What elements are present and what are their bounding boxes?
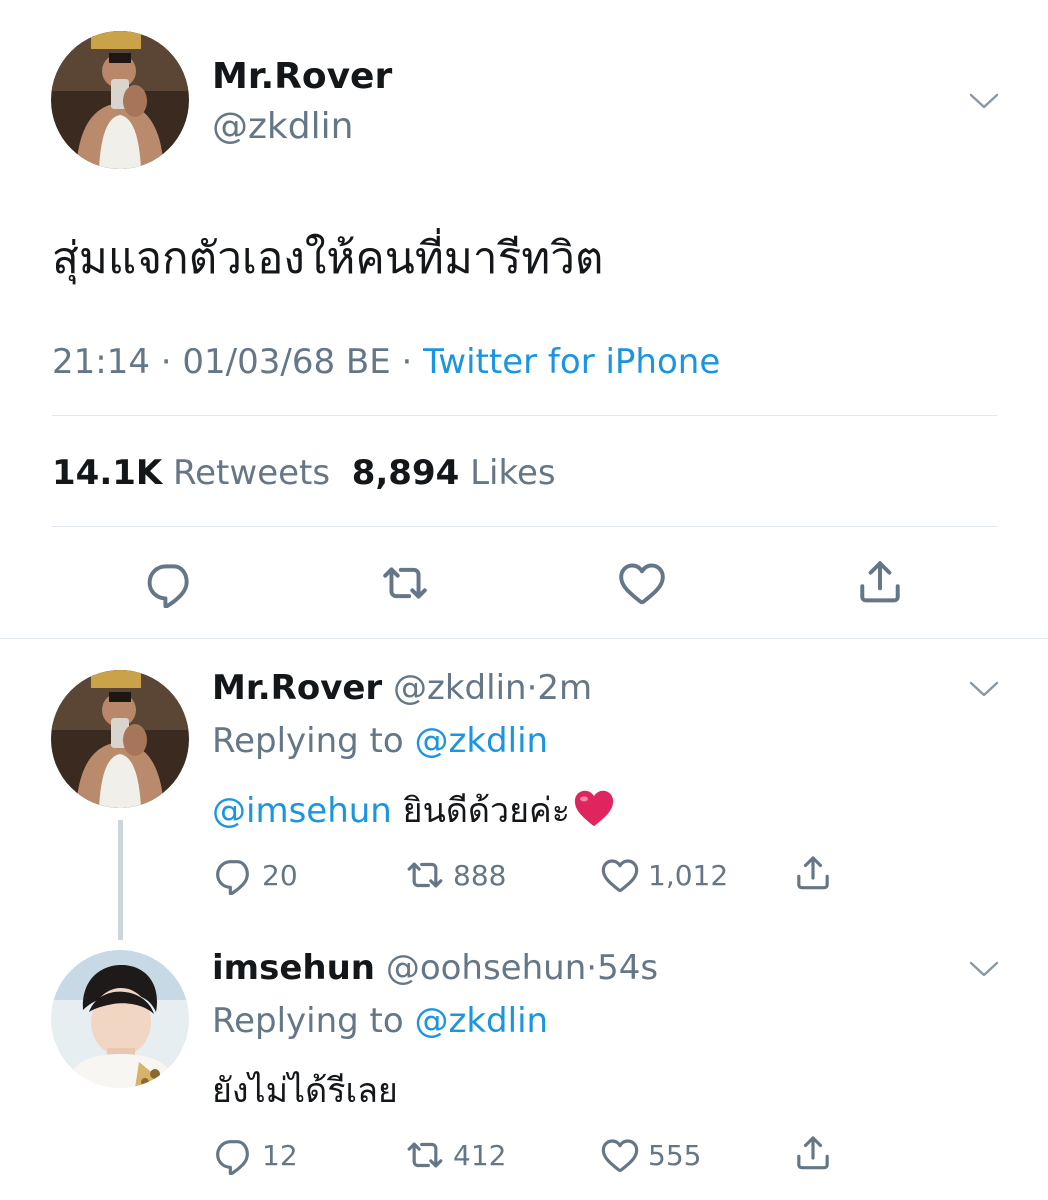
- reply-avatar[interactable]: [51, 670, 189, 808]
- divider: [52, 526, 997, 527]
- reply-message: ยินดีด้วยค่ะ: [402, 791, 571, 831]
- divider: [52, 415, 997, 416]
- reply-text: @imsehun ยินดีด้วยค่ะ: [212, 783, 616, 837]
- likes-count: 8,894: [351, 453, 460, 493]
- share-icon: [793, 853, 833, 893]
- retweet-icon: [405, 855, 445, 895]
- like-button[interactable]: 1,012: [600, 855, 728, 895]
- separator-dot: ·: [586, 948, 598, 988]
- share-button[interactable]: [793, 1133, 841, 1173]
- retweets-stat[interactable]: 14.1K Retweets: [52, 453, 330, 493]
- replying-to: Replying to @zkdlin: [212, 721, 548, 761]
- retweet-button[interactable]: 412: [405, 1135, 506, 1175]
- like-icon: [600, 1135, 640, 1175]
- like-icon: [600, 855, 640, 895]
- replying-to-prefix: Replying to: [212, 1001, 415, 1041]
- like-icon[interactable]: [617, 558, 667, 608]
- chevron-down-icon[interactable]: [969, 680, 999, 698]
- retweet-button[interactable]: 888: [405, 855, 506, 895]
- retweet-count: 888: [453, 858, 507, 892]
- heart-emoji: [572, 788, 616, 828]
- reply-author-handle[interactable]: @oohsehun: [386, 948, 586, 988]
- separator-dot: ·: [526, 668, 538, 708]
- divider: [0, 638, 1048, 639]
- thread-line: [118, 820, 123, 940]
- chevron-down-icon[interactable]: [969, 960, 999, 978]
- tweet-timestamp: 21:14 · 01/03/68 BE ·: [52, 342, 424, 382]
- reply-icon: [214, 1135, 254, 1175]
- likes-stat[interactable]: 8,894 Likes: [352, 453, 556, 493]
- reply-time: 54s: [597, 948, 659, 988]
- retweet-icon: [405, 1135, 445, 1175]
- reply-button[interactable]: 12: [214, 1135, 298, 1175]
- likes-label: Likes: [470, 453, 556, 493]
- replying-to: Replying to @zkdlin: [212, 1001, 548, 1041]
- engagement-stats: 14.1K Retweets 8,894 Likes: [52, 453, 556, 493]
- reply-text: ยังไม่ได้รีเลย: [212, 1071, 398, 1111]
- reply-author-handle[interactable]: @zkdlin: [393, 668, 527, 708]
- tweet-source-link[interactable]: Twitter for iPhone: [423, 342, 720, 382]
- replying-to-handle[interactable]: @zkdlin: [415, 1001, 549, 1041]
- reply-author-name[interactable]: Mr.Rover: [212, 668, 382, 708]
- reply-count: 12: [262, 1138, 298, 1172]
- reply-count: 20: [262, 858, 298, 892]
- mention-link[interactable]: @imsehun: [212, 791, 392, 831]
- reply-header: Mr.Rover @zkdlin·2m: [212, 668, 592, 708]
- author-name[interactable]: Mr.Rover: [212, 56, 392, 97]
- like-count: 555: [648, 1138, 702, 1172]
- like-button[interactable]: 555: [600, 1135, 701, 1175]
- share-icon[interactable]: [855, 557, 905, 607]
- share-button[interactable]: [793, 853, 841, 893]
- tweet-text: สุ่มแจกตัวเองให้คนที่มารีทวิต: [52, 233, 604, 284]
- replying-to-handle[interactable]: @zkdlin: [415, 721, 549, 761]
- tweet-meta: 21:14 · 01/03/68 BE · Twitter for iPhone: [52, 342, 720, 382]
- reply-author-name[interactable]: imsehun: [212, 948, 375, 988]
- reply-avatar[interactable]: [51, 950, 189, 1088]
- share-icon: [793, 1133, 833, 1173]
- reply-icon: [214, 855, 254, 895]
- retweet-icon[interactable]: [380, 558, 430, 608]
- reply-time: 2m: [537, 668, 593, 708]
- chevron-down-icon[interactable]: [969, 92, 999, 110]
- replying-to-prefix: Replying to: [212, 721, 415, 761]
- author-handle[interactable]: @zkdlin: [212, 106, 353, 147]
- reply-icon[interactable]: [145, 558, 195, 608]
- author-avatar[interactable]: [51, 31, 189, 169]
- reply-header: imsehun @oohsehun·54s: [212, 948, 658, 988]
- retweets-label: Retweets: [173, 453, 331, 493]
- reply-button[interactable]: 20: [214, 855, 298, 895]
- retweet-count: 412: [453, 1138, 507, 1172]
- retweets-count: 14.1K: [52, 453, 163, 493]
- like-count: 1,012: [648, 858, 729, 892]
